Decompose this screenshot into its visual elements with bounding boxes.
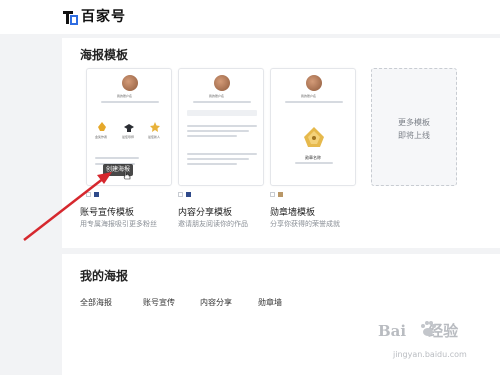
- more-templates-line2: 即将上线: [398, 131, 430, 140]
- card-account-name: 我的账户名: [301, 94, 317, 98]
- text-line: [95, 157, 139, 159]
- watermark-url: jingyan.baidu.com: [393, 350, 467, 359]
- watermark-main: Bai: [378, 322, 407, 340]
- text-line: [101, 101, 159, 103]
- medal-name: 勋章名称: [305, 155, 321, 160]
- more-templates-line1: 更多模板: [398, 118, 430, 127]
- text-line: [187, 130, 249, 132]
- template-card-content[interactable]: 我的账户名: [178, 68, 264, 186]
- brand-name: 百家号: [81, 9, 126, 25]
- color-swatch-white[interactable]: [270, 192, 275, 197]
- template-name-account[interactable]: 账号宣传模板: [80, 205, 134, 218]
- color-swatch-white[interactable]: [86, 192, 91, 197]
- tab-all-posters[interactable]: 全部海报: [80, 297, 112, 308]
- template-desc-content: 邀请朋友阅读你的作品: [178, 220, 248, 228]
- hand-cursor-icon: [123, 170, 131, 180]
- text-line: [187, 153, 257, 155]
- template-card-medal[interactable]: 我的账户名 勋章名称: [270, 68, 356, 186]
- my-posters-title: 我的海报: [80, 269, 129, 283]
- more-templates-card: 更多模板 即将上线: [371, 68, 457, 186]
- template-desc-medal: 分享你获得的荣誉成就: [270, 220, 340, 228]
- text-line: [295, 162, 333, 164]
- color-swatch-white[interactable]: [178, 192, 183, 197]
- text-line: [187, 125, 257, 127]
- text-line: [193, 101, 251, 103]
- templates-section-title: 海报模板: [80, 48, 129, 62]
- top-bar: 百家号: [0, 0, 500, 34]
- template-desc-account: 用专属海报吸引更多粉丝: [80, 220, 157, 228]
- text-line: [187, 135, 237, 137]
- color-swatch-navy[interactable]: [94, 192, 99, 197]
- tab-content-share[interactable]: 内容分享: [200, 297, 232, 308]
- color-swatch-navy[interactable]: [186, 192, 191, 197]
- tab-medal-wall[interactable]: 勋章墙: [258, 297, 282, 308]
- card-account-name: 我的账户名: [117, 94, 133, 98]
- color-swatch-gold[interactable]: [278, 192, 283, 197]
- template-name-content[interactable]: 内容分享模板: [178, 205, 232, 218]
- card-account-name: 我的账户名: [209, 94, 225, 98]
- avatar: [122, 75, 138, 91]
- template-name-medal[interactable]: 勋章墙模板: [270, 205, 315, 218]
- avatar: [214, 75, 230, 91]
- text-line: [187, 158, 249, 160]
- star-badge-icon: [150, 122, 160, 132]
- stats-row: [187, 110, 257, 116]
- baidu-paw-icon: [421, 321, 436, 336]
- brand-logo[interactable]: 百家号: [62, 6, 126, 26]
- trophy-icon: [98, 122, 106, 131]
- text-line: [285, 101, 343, 103]
- text-line: [187, 163, 237, 165]
- avatar: [306, 75, 322, 91]
- tab-account-promo[interactable]: 账号宣传: [143, 297, 175, 308]
- badge-label: 最佳新人: [148, 135, 161, 139]
- badge-label: 金奖作者: [95, 135, 108, 139]
- pen-nib-medal-icon: [304, 127, 324, 147]
- graduation-cap-icon: [124, 124, 134, 132]
- brand-mark-icon: [63, 11, 78, 25]
- badge-label: 最佳导师: [122, 135, 135, 139]
